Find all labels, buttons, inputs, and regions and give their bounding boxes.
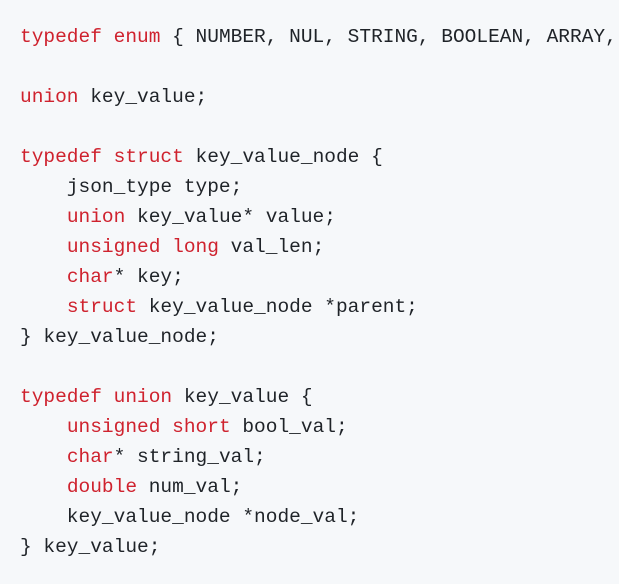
- code-line: typedef union key_value {: [20, 382, 617, 412]
- code-text: key_value* value;: [125, 206, 336, 228]
- code-keyword: union: [66, 206, 126, 228]
- code-keyword: struct: [66, 296, 138, 318]
- code-line: unsigned short bool_val;: [20, 412, 617, 442]
- code-keyword: char: [66, 446, 114, 468]
- code-text: } key_value_node;: [20, 326, 219, 348]
- code-line: double num_val;: [20, 472, 617, 502]
- code-block: typedef enum { NUMBER, NUL, STRING, BOOL…: [20, 22, 617, 562]
- code-keyword: double: [66, 476, 138, 498]
- code-line: char* string_val;: [20, 442, 617, 472]
- code-keyword: typedef: [20, 26, 102, 48]
- code-text: key_value;: [78, 86, 208, 108]
- code-text: val_len;: [218, 236, 325, 258]
- code-line: } key_value;: [20, 532, 617, 562]
- code-text: key_value {: [172, 386, 313, 408]
- code-keyword: typedef: [20, 386, 102, 408]
- code-keyword: union: [113, 386, 173, 408]
- code-line: } key_value_node;: [20, 322, 617, 352]
- code-keyword: unsigned: [66, 236, 161, 258]
- code-text: bool_val;: [230, 416, 348, 438]
- code-keyword: union: [20, 86, 79, 108]
- code-line: union key_value* value;: [20, 202, 617, 232]
- code-line: union key_value;: [20, 82, 617, 112]
- code-text: } key_value;: [20, 536, 161, 558]
- code-keyword: short: [172, 416, 231, 438]
- code-text: key_value_node {: [183, 146, 383, 168]
- code-keyword: enum: [113, 26, 161, 48]
- code-text: * string_val;: [113, 446, 266, 468]
- code-line: unsigned long val_len;: [20, 232, 617, 262]
- code-keyword: typedef: [20, 146, 102, 168]
- code-text: * key;: [113, 266, 184, 288]
- code-text: json_type type;: [20, 176, 243, 198]
- code-keyword: struct: [113, 146, 184, 168]
- code-text: { NUMBER, NUL, STRING, BOOLEAN, ARRAY,: [160, 26, 617, 48]
- code-keyword: char: [66, 266, 114, 288]
- code-text: key_value_node *parent;: [137, 296, 418, 318]
- code-line: char* key;: [20, 262, 617, 292]
- code-line: typedef enum { NUMBER, NUL, STRING, BOOL…: [20, 22, 617, 52]
- code-keyword: unsigned: [66, 416, 161, 438]
- code-line: key_value_node *node_val;: [20, 502, 617, 532]
- code-text: key_value_node *node_val;: [20, 506, 360, 528]
- code-line: json_type type;: [20, 172, 617, 202]
- code-line: struct key_value_node *parent;: [20, 292, 617, 322]
- code-keyword: long: [172, 236, 219, 258]
- code-line: typedef struct key_value_node {: [20, 142, 617, 172]
- code-text: num_val;: [137, 476, 243, 498]
